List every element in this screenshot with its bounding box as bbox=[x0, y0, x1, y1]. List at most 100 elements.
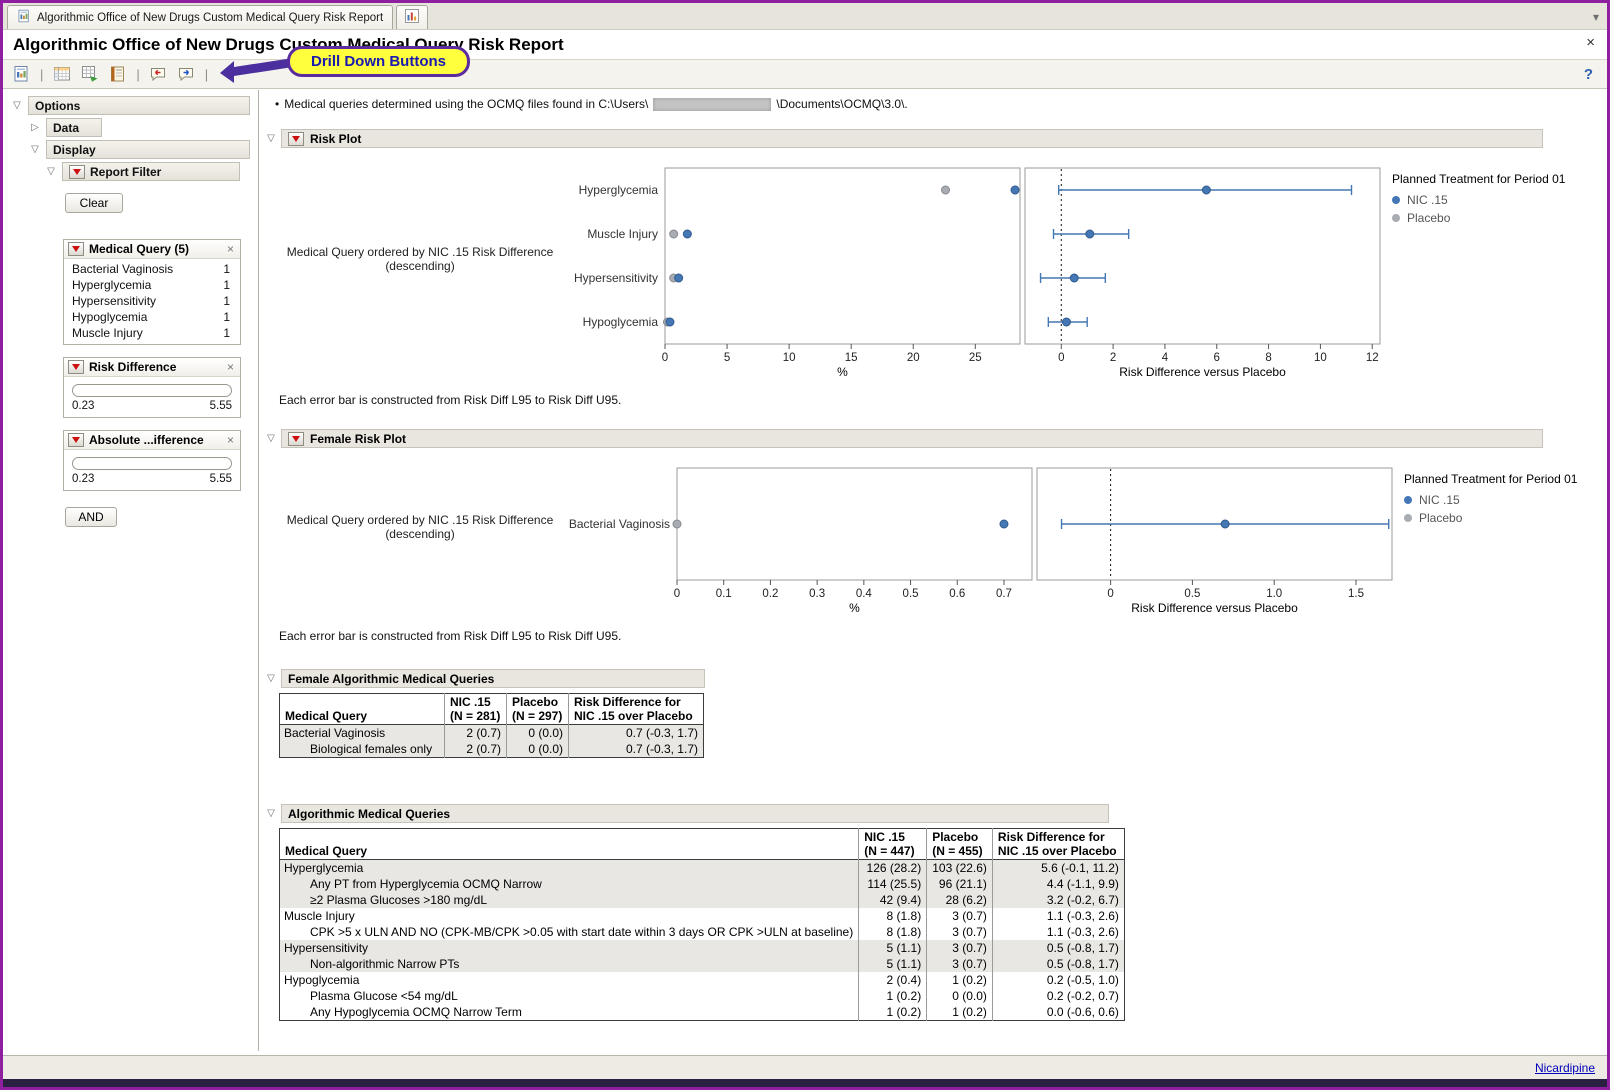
absolute-risk-difference-filter-title: Absolute ...ifference bbox=[89, 433, 220, 447]
risk-plot-header[interactable]: Risk Plot bbox=[281, 129, 1543, 148]
risk-plot-ylabel: Medical Query ordered by NIC .15 Risk Di… bbox=[275, 245, 565, 301]
risk-difference-filter-close-icon[interactable]: × bbox=[225, 360, 236, 374]
medical-table-header[interactable]: Algorithmic Medical Queries bbox=[281, 804, 1109, 823]
female-risk-plot-disclosure-icon[interactable]: ▽ bbox=[265, 434, 277, 444]
medical-query-cell: Hyperglycemia bbox=[280, 860, 859, 877]
legend-item-placebo[interactable]: Placebo bbox=[1392, 211, 1582, 225]
report-tab-icon bbox=[17, 9, 31, 26]
save-table-button[interactable] bbox=[77, 63, 102, 86]
options-disclosure-icon[interactable]: ▽ bbox=[11, 101, 23, 111]
sidebar-item-options[interactable]: Options bbox=[28, 96, 250, 115]
female-risk-plot-red-triangle-icon[interactable] bbox=[288, 432, 304, 446]
absolute-risk-difference-filter-close-icon[interactable]: × bbox=[225, 433, 236, 447]
chart-tab[interactable] bbox=[396, 5, 428, 29]
point-nic-15[interactable] bbox=[1011, 186, 1019, 194]
plot-panel-percent[interactable] bbox=[665, 168, 1020, 344]
filter-item-hypoglycemia[interactable]: Hypoglycemia1 bbox=[64, 309, 240, 325]
risk-plot-red-triangle-icon[interactable] bbox=[288, 132, 304, 146]
plot-panel-percent[interactable] bbox=[677, 468, 1032, 580]
risk-difference-marker[interactable] bbox=[1062, 318, 1070, 326]
filter-item-label: Hypersensitivity bbox=[72, 294, 156, 308]
filter-item-bacterial-vaginosis[interactable]: Bacterial Vaginosis1 bbox=[64, 261, 240, 277]
data-table-button[interactable] bbox=[49, 63, 74, 86]
drill-down-callout: Drill Down Buttons bbox=[287, 46, 470, 77]
risk-difference-marker[interactable] bbox=[1070, 274, 1078, 282]
journal-icon bbox=[109, 65, 127, 83]
point-nic-15[interactable] bbox=[666, 318, 674, 326]
risk-difference-cell: 3.2 (-0.2, 6.7) bbox=[992, 892, 1124, 908]
filter-item-hypersensitivity[interactable]: Hypersensitivity1 bbox=[64, 293, 240, 309]
point-nic-15[interactable] bbox=[683, 230, 691, 238]
report-tab[interactable]: Algorithmic Office of New Drugs Custom M… bbox=[7, 5, 393, 29]
female-risk-plot-chart: Medical Query ordered by NIC .15 Risk Di… bbox=[275, 460, 1607, 621]
x-axis-label-risk-difference: Risk Difference versus Placebo bbox=[1119, 365, 1286, 379]
risk-difference-red-triangle-icon[interactable] bbox=[68, 360, 84, 374]
tab-strip: Algorithmic Office of New Drugs Custom M… bbox=[3, 3, 1607, 30]
risk-plot-legend: Planned Treatment for Period 01NIC .15Pl… bbox=[1392, 160, 1582, 229]
risk-difference-range-slider[interactable] bbox=[72, 384, 232, 397]
nic-cell: 8 (1.8) bbox=[859, 924, 927, 940]
absolute-risk-difference-range-slider[interactable] bbox=[72, 457, 232, 470]
point-placebo[interactable] bbox=[942, 186, 950, 194]
help-button[interactable]: ? bbox=[1584, 66, 1593, 83]
legend-item-nic-15[interactable]: NIC .15 bbox=[1392, 193, 1582, 207]
filter-item-hyperglycemia[interactable]: Hyperglycemia1 bbox=[64, 277, 240, 293]
point-nic-15[interactable] bbox=[675, 274, 683, 282]
filter-item-count: 1 bbox=[223, 278, 230, 292]
plot-panel-risk-difference[interactable] bbox=[1025, 168, 1380, 344]
female-table-header[interactable]: Female Algorithmic Medical Queries bbox=[281, 669, 705, 688]
sidebar-item-display[interactable]: Display bbox=[46, 140, 250, 159]
absolute-risk-difference-red-triangle-icon[interactable] bbox=[68, 433, 84, 447]
tabstrip-menu-icon[interactable]: ▾ bbox=[1593, 10, 1599, 24]
placebo-cell: 3 (0.7) bbox=[927, 956, 993, 972]
tick-label: 0.5 bbox=[903, 588, 919, 600]
tick-label: 0.2 bbox=[762, 588, 778, 600]
display-disclosure-icon[interactable]: ▽ bbox=[29, 145, 41, 155]
sidebar-item-data[interactable]: Data bbox=[46, 118, 102, 137]
clear-filter-button[interactable]: Clear bbox=[65, 193, 123, 213]
x-axis-label-percent: % bbox=[849, 601, 860, 615]
female-table-disclosure-icon[interactable]: ▽ bbox=[265, 674, 277, 684]
medical-query-filter-close-icon[interactable]: × bbox=[225, 242, 236, 256]
study-link[interactable]: Nicardipine bbox=[1535, 1061, 1595, 1075]
category-label: Hyperglycemia bbox=[579, 183, 659, 197]
tick-label: 8 bbox=[1265, 352, 1271, 364]
ocmq-note: • Medical queries determined using the O… bbox=[275, 97, 1607, 111]
category-label: Hypoglycemia bbox=[583, 315, 659, 329]
and-button[interactable]: AND bbox=[65, 507, 117, 527]
close-icon[interactable]: × bbox=[1586, 34, 1595, 51]
tick-label: 1.0 bbox=[1266, 588, 1282, 600]
report-filter-disclosure-icon[interactable]: ▽ bbox=[45, 167, 57, 177]
nic-cell: 114 (25.5) bbox=[859, 876, 927, 892]
medical-query-red-triangle-icon[interactable] bbox=[68, 242, 84, 256]
legend-item-placebo[interactable]: Placebo bbox=[1404, 511, 1594, 525]
point-placebo[interactable] bbox=[673, 520, 681, 528]
risk-difference-cell: 0.7 (-0.3, 1.7) bbox=[569, 741, 704, 758]
sidebar-item-report-filter[interactable]: Report Filter bbox=[62, 162, 240, 181]
tick-label: 0 bbox=[662, 352, 668, 364]
drill-down-next-button[interactable] bbox=[174, 63, 199, 86]
placebo-cell: 0 (0.0) bbox=[507, 725, 569, 742]
table-row: ≥2 Plasma Glucoses >180 mg/dL42 (9.4)28 … bbox=[280, 892, 1125, 908]
medical-table-disclosure-icon[interactable]: ▽ bbox=[265, 809, 277, 819]
risk-difference-marker[interactable] bbox=[1086, 230, 1094, 238]
risk-difference-cell: 0.5 (-0.8, 1.7) bbox=[992, 956, 1124, 972]
data-disclosure-icon[interactable]: ▷ bbox=[29, 123, 41, 133]
journal-button[interactable] bbox=[105, 63, 130, 86]
medical-query-cell: Any PT from Hyperglycemia OCMQ Narrow bbox=[280, 876, 859, 892]
risk-difference-marker[interactable] bbox=[1221, 520, 1229, 528]
medical-query-list: Bacterial Vaginosis1Hyperglycemia1Hypers… bbox=[64, 259, 240, 344]
report-button[interactable] bbox=[9, 63, 34, 86]
risk-plot-disclosure-icon[interactable]: ▽ bbox=[265, 134, 277, 144]
medical-table-container: Medical QueryNIC .15(N = 447)Placebo(N =… bbox=[263, 828, 1607, 1021]
report-filter-red-triangle-icon[interactable] bbox=[69, 165, 85, 179]
female-risk-plot-header[interactable]: Female Risk Plot bbox=[281, 429, 1543, 448]
tick-label: 1.5 bbox=[1348, 588, 1364, 600]
drill-down-previous-button[interactable] bbox=[146, 63, 171, 86]
risk-difference-marker[interactable] bbox=[1202, 186, 1210, 194]
point-placebo[interactable] bbox=[670, 230, 678, 238]
legend-item-nic-15[interactable]: NIC .15 bbox=[1404, 493, 1594, 507]
note-prefix: Medical queries determined using the OCM… bbox=[284, 97, 648, 111]
point-nic-15[interactable] bbox=[1000, 520, 1008, 528]
filter-item-muscle-injury[interactable]: Muscle Injury1 bbox=[64, 325, 240, 341]
